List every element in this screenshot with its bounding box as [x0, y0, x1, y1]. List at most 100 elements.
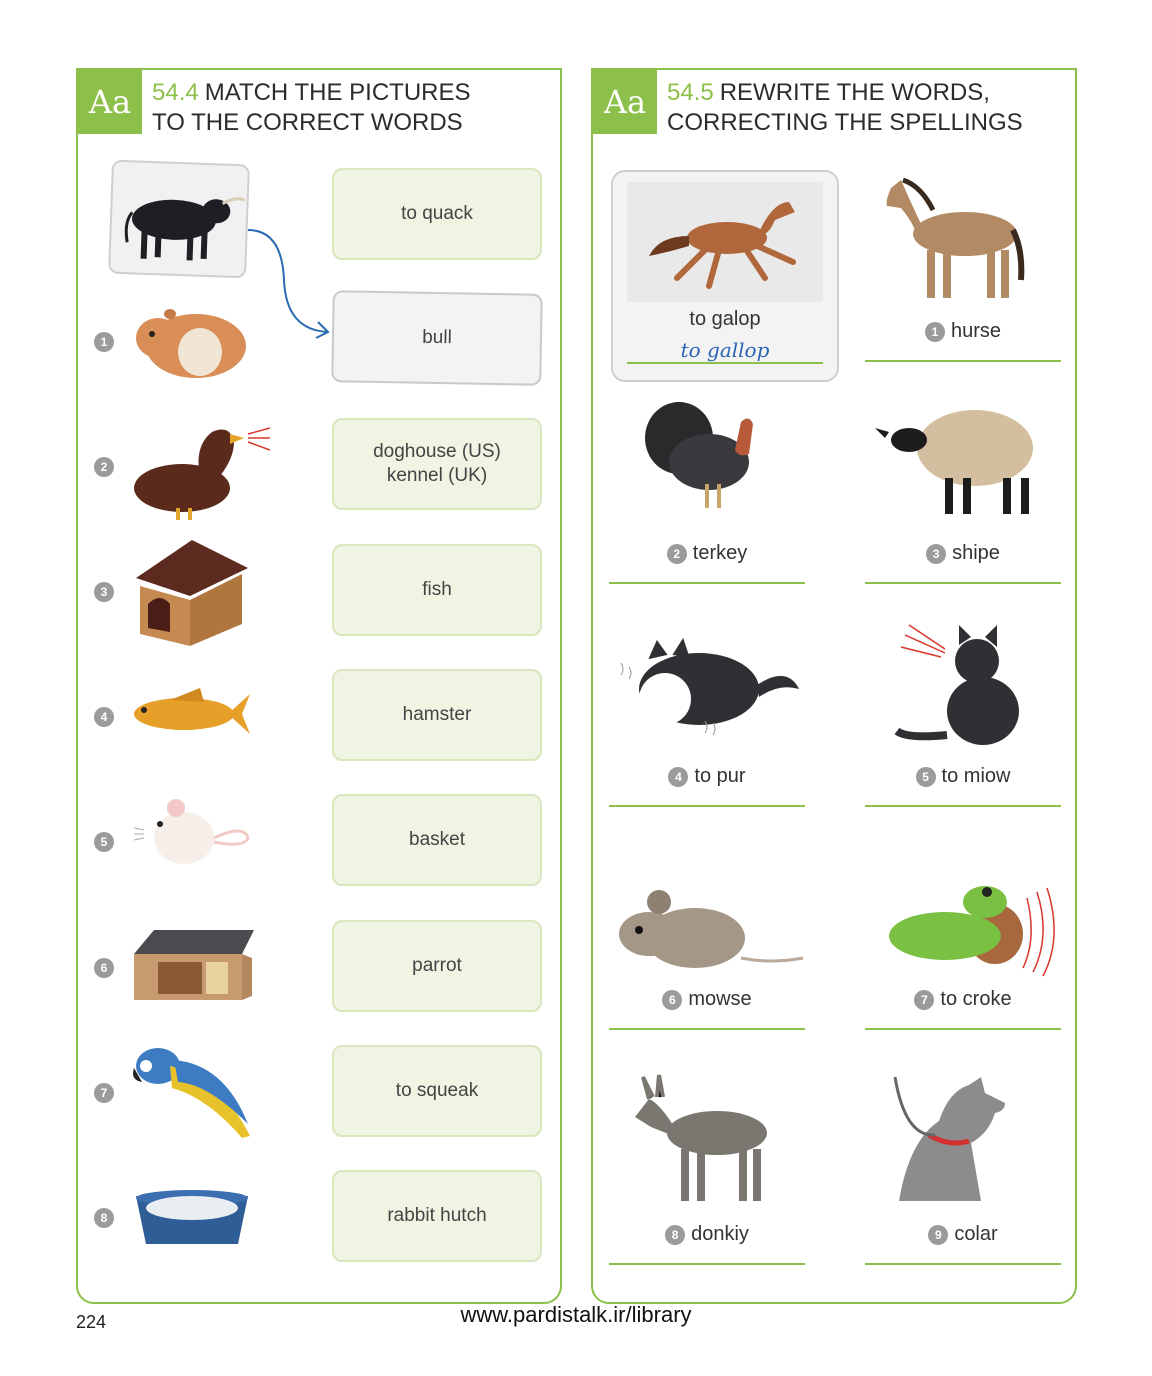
pet-basket-icon	[136, 1190, 248, 1244]
item-3: 3 shipe	[865, 392, 1061, 612]
item-number: 5	[94, 832, 114, 852]
kennel-icon	[136, 540, 248, 646]
answer-line	[627, 362, 823, 364]
item-number: 4	[668, 766, 689, 787]
word-box: to quack	[332, 168, 542, 260]
misspelled-word: shipe	[952, 542, 1000, 564]
title-line-1: MATCH THE PICTURES	[204, 79, 471, 106]
item-5: 5 to miow	[865, 615, 1061, 835]
item-number: 7	[94, 1083, 114, 1103]
exercise-title: 54.5 REWRITE THE WORDS, CORRECTING THE SP…	[667, 78, 1023, 138]
item-number: 8	[94, 1208, 114, 1228]
misspelled-word: hurse	[950, 320, 1002, 342]
answer-line	[865, 582, 1061, 584]
misspelled-word: mowse	[688, 988, 752, 1010]
fish-icon	[134, 688, 250, 734]
parrot-icon	[133, 1048, 250, 1138]
item-number: 9	[928, 1224, 949, 1245]
item-number: 3	[94, 582, 114, 602]
picture-hamster	[130, 296, 254, 392]
sheep-icon	[875, 410, 1033, 514]
item-number: 2	[94, 457, 114, 477]
galloping-horse-icon	[649, 202, 796, 289]
picture-kennel	[130, 538, 254, 646]
answer-line	[865, 1263, 1061, 1265]
exercise-54-5-panel: Aa 54.5 REWRITE THE WORDS, CORRECTING THE…	[591, 68, 1077, 1304]
item-number: 8	[665, 1224, 686, 1245]
item-8: 8 donkiy	[609, 1073, 805, 1293]
example-picture-card	[108, 159, 250, 279]
title-line-2: TO THE CORRECT WORDS	[152, 109, 463, 136]
footer-url[interactable]: www.pardistalk.ir/library	[0, 1302, 1152, 1328]
word-box: hamster	[332, 669, 542, 761]
item-9: 9 colar	[865, 1073, 1061, 1293]
exercise-header: Aa 54.4 MATCH THE PICTURES TO THE CORRECT…	[78, 70, 560, 138]
answer-line	[865, 805, 1061, 807]
item-number: 1	[94, 332, 114, 352]
picture-mouse	[130, 794, 254, 890]
picture-basket	[130, 1188, 254, 1284]
word-box: basket	[332, 794, 542, 886]
example-word: to galop	[689, 308, 761, 330]
example-arrow	[247, 229, 330, 339]
turkey-icon	[645, 402, 753, 508]
item-6: 6 mowse	[609, 838, 805, 1058]
item-4: 4 to pur	[609, 615, 805, 835]
mouse-squeaking-icon	[133, 799, 250, 864]
picture-rabbit-hutch	[130, 928, 254, 1024]
misspelled-word: to pur	[694, 765, 746, 787]
item-number: 7	[914, 989, 935, 1010]
misspelled-word: donkiy	[691, 1223, 749, 1245]
item-number: 4	[94, 707, 114, 727]
rabbit-hutch-icon	[134, 930, 254, 1000]
item-2: 2 terkey	[609, 392, 805, 612]
title-line-1: REWRITE THE WORDS,	[719, 79, 990, 106]
misspelled-word: to miow	[941, 765, 1011, 787]
exercise-54-4-panel: Aa 54.4 MATCH THE PICTURES TO THE CORRECT…	[76, 68, 562, 1304]
horse-icon	[886, 177, 1025, 298]
mouse-icon	[619, 890, 804, 968]
vocabulary-badge: Aa	[78, 70, 142, 134]
word-box-example: bull	[331, 290, 543, 386]
picture-duck	[130, 416, 271, 520]
purring-cat-icon	[620, 637, 799, 736]
answer-line	[609, 582, 805, 584]
answer-line	[865, 360, 1061, 362]
exercise-header: Aa 54.5 REWRITE THE WORDS, CORRECTING THE…	[593, 70, 1075, 138]
item-number: 3	[926, 543, 947, 564]
meowing-cat-icon	[894, 624, 1019, 745]
word-box: fish	[332, 544, 542, 636]
hamster-icon	[136, 309, 246, 378]
item-number: 1	[924, 321, 945, 342]
example-picture	[627, 182, 823, 302]
misspelled-word: colar	[954, 1223, 998, 1245]
answer-line	[609, 1263, 805, 1265]
answer-line	[609, 805, 805, 807]
title-line-2: CORRECTING THE SPELLINGS	[667, 109, 1023, 136]
misspelled-word: to croke	[940, 988, 1012, 1010]
picture-parrot	[130, 1044, 254, 1140]
word-box: rabbit hutch	[332, 1170, 542, 1262]
exercise-number: 54.4	[152, 79, 199, 106]
answer-line	[609, 1028, 805, 1030]
exercise-number: 54.5	[667, 79, 714, 106]
word-box: to squeak	[332, 1045, 542, 1137]
dog-collar-icon	[893, 1076, 1005, 1201]
donkey-icon	[635, 1074, 767, 1201]
item-7: 7 to croke	[865, 838, 1061, 1058]
word-box: doghouse (US) kennel (UK)	[332, 418, 542, 510]
exercise-title: 54.4 MATCH THE PICTURES TO THE CORRECT WO…	[152, 78, 471, 138]
vocabulary-badge: Aa	[593, 70, 657, 134]
duck-quacking-icon	[134, 427, 271, 520]
item-number: 5	[915, 766, 936, 787]
example-card: to galop to gallop	[611, 170, 839, 382]
picture-fish	[130, 680, 254, 776]
item-number: 6	[94, 958, 114, 978]
bull-icon	[124, 197, 246, 261]
example-answer: to gallop	[680, 338, 770, 362]
answer-line	[865, 1028, 1061, 1030]
item-number: 2	[666, 543, 687, 564]
word-box: parrot	[332, 920, 542, 1012]
misspelled-word: terkey	[692, 542, 748, 564]
item-1: 1 hurse	[865, 170, 1061, 390]
